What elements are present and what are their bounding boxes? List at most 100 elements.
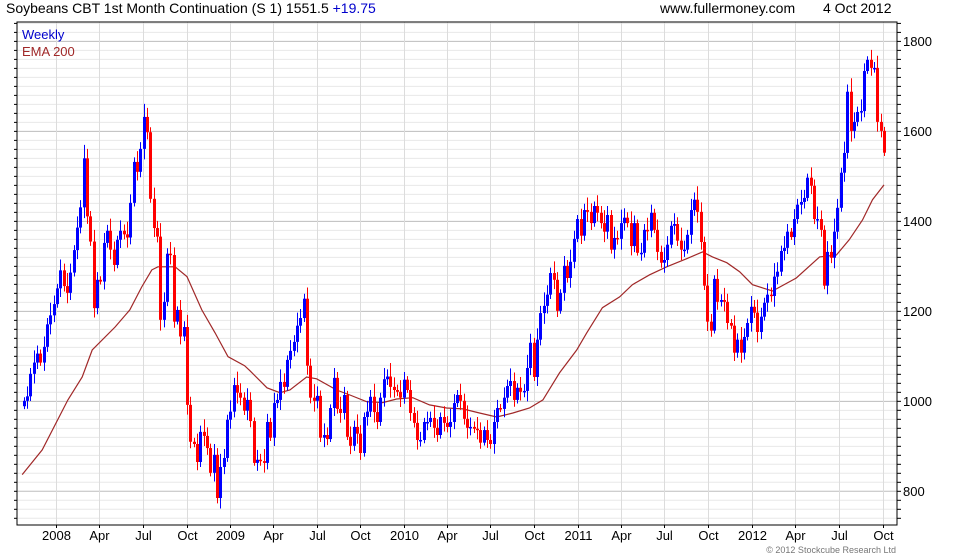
candle-down	[173, 247, 176, 328]
candle-body	[600, 212, 603, 224]
candle-up	[623, 208, 626, 231]
candle-body	[276, 399, 279, 404]
candle-body	[343, 394, 346, 413]
candle-body	[356, 426, 359, 434]
candle-down	[179, 300, 182, 345]
candle-body	[396, 390, 399, 392]
y-tick-label: 1600	[903, 124, 932, 139]
y-tick-label: 1200	[903, 304, 932, 319]
candle-down	[533, 337, 536, 381]
candle-body	[99, 279, 102, 282]
candle-body	[870, 59, 873, 68]
candle-down	[696, 186, 699, 223]
candle-body	[853, 121, 856, 131]
candle-body	[733, 325, 736, 353]
candle-body	[743, 336, 746, 353]
candle-up	[873, 62, 876, 73]
candle-up	[79, 200, 82, 234]
candle-body	[333, 377, 336, 409]
candle-down	[113, 241, 116, 272]
candle-up	[796, 198, 799, 224]
candle-up	[23, 397, 26, 410]
candle-down	[519, 376, 522, 401]
candle-down	[359, 425, 362, 460]
candle-down	[479, 422, 482, 449]
candle-down	[306, 287, 309, 375]
candle-body	[133, 161, 136, 203]
candle-body	[313, 397, 316, 401]
price-change: +19.75	[332, 0, 376, 16]
x-tick-label: Oct	[177, 528, 198, 543]
candle-down	[249, 392, 252, 428]
candle-body	[419, 439, 422, 442]
candle-up	[176, 306, 179, 325]
candle-down	[373, 383, 376, 423]
candle-body	[593, 206, 596, 224]
candle-body	[116, 239, 119, 265]
candle-body	[536, 339, 539, 377]
candle-body	[833, 231, 836, 258]
x-tick-label: 2011	[565, 528, 593, 543]
candle-body	[553, 273, 556, 280]
candle-down	[459, 383, 462, 410]
candle-body	[590, 211, 593, 224]
candle-body	[526, 367, 529, 391]
candle-down	[756, 299, 759, 343]
candle-up	[119, 220, 122, 249]
candle-up	[289, 340, 292, 369]
candle-down	[790, 228, 793, 240]
candle-up	[523, 384, 526, 398]
candle-down	[556, 272, 559, 317]
candle-body	[613, 237, 616, 250]
candle-up	[29, 367, 32, 402]
candle-body	[266, 421, 269, 463]
candle-body	[736, 339, 739, 353]
candle-body	[843, 152, 846, 173]
candle-body	[880, 121, 883, 131]
candle-up	[343, 386, 346, 420]
x-tick-label: 2009	[216, 528, 245, 543]
candle-body	[596, 206, 599, 213]
x-tick-label: Apr	[263, 528, 284, 543]
candle-up	[543, 292, 546, 324]
candle-up	[746, 318, 749, 341]
candle-down	[336, 372, 339, 414]
candle-up	[369, 390, 372, 418]
candle-body	[493, 421, 496, 445]
price-chart: 80010001200140016001800 2008 Apr Jul Oct 200…	[14, 21, 932, 543]
candle-body	[800, 201, 803, 205]
candle-up	[640, 242, 643, 261]
x-tick-label: Oct	[873, 528, 894, 543]
candle-body	[253, 421, 256, 463]
candle-body	[840, 172, 843, 208]
candle-body	[373, 396, 376, 413]
candle-body	[363, 417, 366, 454]
candle-up	[323, 423, 326, 448]
candle-body	[486, 430, 489, 440]
candle-body	[686, 234, 689, 250]
candle-body	[773, 276, 776, 296]
candle-up	[53, 295, 56, 323]
candle-body	[469, 426, 472, 429]
candle-body	[746, 322, 749, 337]
candles	[23, 49, 886, 509]
candle-body	[760, 316, 763, 332]
candle-down	[109, 218, 112, 260]
candle-body	[436, 427, 439, 436]
candle-body	[830, 251, 833, 258]
candle-down	[356, 414, 359, 444]
candle-body	[296, 325, 299, 342]
candle-body	[146, 116, 149, 133]
website-link[interactable]: www.fullermoney.com	[660, 0, 795, 16]
candle-body	[509, 381, 512, 386]
candle-up	[573, 230, 576, 269]
x-tick-label: Jul	[135, 528, 152, 543]
candle-body	[239, 392, 242, 398]
candle-up	[516, 383, 519, 404]
candle-up	[806, 173, 809, 202]
candle-body	[249, 399, 252, 422]
candle-up	[866, 56, 869, 74]
candle-up	[650, 204, 653, 238]
candle-body	[183, 327, 186, 337]
candle-down	[553, 261, 556, 290]
